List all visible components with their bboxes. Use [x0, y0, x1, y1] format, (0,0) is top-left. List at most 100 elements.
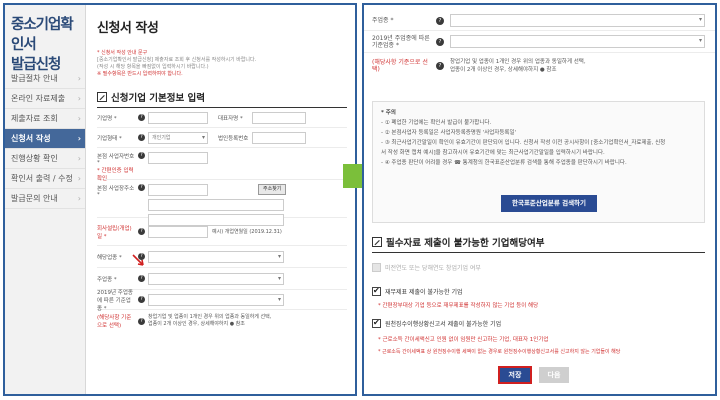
sidebar-item-submitted-lookup[interactable]: 제출자료 조회 › — [5, 109, 85, 129]
sidebar-item-progress[interactable]: 진행상황 확인 › — [5, 149, 85, 169]
option-label: 재무제표 제출이 불가능한 기업 — [385, 289, 463, 296]
sidebar-item-label: 확인서 출력 / 수정 — [11, 174, 73, 183]
chevron-right-icon: › — [77, 114, 81, 123]
right-screenshot-panel: 주업종 * ? 2019년 주업종에 따른 기준업종 * ? (해당사항 기준으… — [362, 3, 717, 396]
sidebar-item-print-edit[interactable]: 확인서 출력 / 수정 › — [5, 169, 85, 189]
industry-help-line: 창업기업 및 업종이 1개인 경우 위의 업종과 동일하게 선택, — [148, 314, 272, 320]
page-title: 신청서 작성 — [97, 21, 159, 36]
industry-help: 창업기업 및 업종이 1개인 경우 위의 업종과 동일하게 선택, 업종이 2개… — [450, 58, 586, 74]
help-icon[interactable]: ? — [138, 152, 145, 159]
notice-line: ※ 필수항목은 반드시 입력하여야 합니다. — [97, 71, 183, 77]
sidebar: 중소기업확인서 발급신청 발급절차 안내 › 온라인 자료제출 › 제출자료 조회 ›… — [5, 5, 86, 394]
row-industry-help: (해당사항 기준으로 선택) ? 창업기업 및 업종이 1개인 경우 위의 업종… — [364, 53, 715, 79]
address-search-button[interactable]: 주소찾기 — [258, 184, 287, 195]
row-industry-code: 2019년 주업종에 따른 기준업종 * ? — [364, 31, 715, 53]
business-type-label: 주업종 * — [372, 17, 394, 24]
company-input[interactable] — [148, 111, 208, 124]
help-icon[interactable]: ? — [436, 37, 444, 46]
industry-help-line: 업종이 2개 이상인 경우, 상세해야하지 ● 참조 — [148, 321, 245, 327]
row-company: 기업명 * ? 대표자명 * — [97, 108, 347, 128]
company-label: 기업명 * — [97, 115, 117, 122]
notice-line: * 신청서 작성 안내 문구 — [97, 50, 148, 56]
biz-no-input[interactable] — [148, 152, 208, 164]
sidebar-item-online-submit[interactable]: 온라인 자료제출 › — [5, 89, 85, 109]
help-icon[interactable]: ? — [138, 114, 145, 121]
section2-title-label: 필수자료 제출이 불가능한 기업해당여부 — [386, 238, 545, 249]
notice-line: (작성 시 해당 항목을 빠짐없이 입력하시기 바랍니다.) — [97, 64, 209, 70]
chevron-right-icon: › — [77, 154, 81, 163]
sidebar-title: 중소기업확인서 발급신청 — [5, 5, 85, 73]
chevron-right-icon: › — [77, 194, 81, 203]
sidebar-item-inquiry[interactable]: 발급문의 안내 › — [5, 189, 85, 209]
startup-checkbox[interactable] — [372, 263, 381, 272]
help-icon[interactable]: ? — [138, 228, 145, 235]
industry-code-note: (해당사항 기준으로 선택) — [372, 59, 428, 73]
no-withholding-checkbox[interactable] — [372, 318, 381, 328]
help-icon[interactable]: ? — [138, 184, 145, 191]
right-form: 주업종 * ? 2019년 주업종에 따른 기준업종 * ? (해당사항 기준으… — [364, 5, 715, 79]
help-icon[interactable]: ? — [138, 275, 145, 282]
business-type-select[interactable] — [148, 272, 284, 285]
caution-title: * 주의 — [381, 110, 396, 116]
company-type-select[interactable]: 개인기업 — [148, 131, 208, 144]
section-title-label: 신청기업 기본정보 입력 — [111, 93, 206, 104]
sidebar-item-process-guide[interactable]: 발급절차 안내 › — [5, 69, 85, 89]
address-input[interactable] — [148, 199, 284, 211]
help-icon[interactable]: ? — [138, 296, 145, 303]
sidebar-item-label: 발급절차 안내 — [11, 74, 58, 83]
option-note: * 간편장부대상 기업 등으로 재무제표를 작성하지 않는 기업 등이 해당 — [378, 303, 539, 309]
chevron-right-icon: › — [77, 74, 81, 83]
caution-line: - ④ 주업종 판단이 어려울 경우 ☎ 통계청의 한국표준산업분류 검색을 통… — [381, 160, 627, 166]
industry-help-line: 창업기업 및 업종이 1개인 경우 위의 업종과 동일하게 선택, — [450, 59, 586, 65]
save-button[interactable]: 저장 — [498, 366, 532, 384]
caution-line: - ③ 최근사업기간말일이 확인이 유효기간이 판단되어 입니다. 신청서 작성… — [381, 140, 666, 146]
corp-no-input[interactable] — [252, 131, 306, 144]
ceo-input[interactable] — [252, 111, 306, 124]
notice-line: [중소기업확인서 발급신청] 제출자료 조회 후 신청서를 작성하시기 바랍니다… — [97, 57, 257, 63]
biz-no-label: 본점 사업자번호 * — [97, 154, 135, 166]
sidebar-item-label: 진행상황 확인 — [11, 154, 58, 163]
sidebar-item-label: 온라인 자료제출 — [11, 94, 66, 103]
row-address: 본점 사업장주소 * ? 주소찾기 — [97, 180, 347, 226]
help-icon[interactable]: ? — [138, 317, 145, 325]
no-financial-checkbox[interactable] — [372, 286, 381, 296]
option-note: * 근로소득 간이세액표 상 원천징수이행 세액이 없는 경우로 원천징수이행상… — [378, 349, 621, 355]
help-icon[interactable]: ? — [138, 134, 145, 141]
option-label: 원천징수이행상황신고서 제출이 불가능한 기업 — [385, 321, 502, 328]
founding-input[interactable] — [148, 225, 208, 238]
corp-no-label: 법인등록번호 — [218, 135, 249, 142]
ceo-label: 대표자명 * — [218, 115, 243, 122]
industry-select[interactable] — [148, 250, 284, 263]
sidebar-menu: 발급절차 안내 › 온라인 자료제출 › 제출자료 조회 › 신청서 작성 › 진행상황… — [5, 69, 85, 209]
next-button[interactable]: 다음 — [539, 367, 569, 383]
chevron-right-icon: › — [77, 174, 81, 183]
option-no-financial: 재무제표 제출이 불가능한 기업 — [372, 286, 705, 296]
biz-no-note: * 간편인증 입력확인 — [97, 168, 134, 182]
industry-code-select[interactable] — [148, 293, 284, 306]
sidebar-item-application-form[interactable]: 신청서 작성 › — [5, 129, 85, 149]
postcode-input[interactable] — [148, 184, 208, 196]
sidebar-item-label: 신청서 작성 — [11, 134, 51, 143]
founding-label: 회사설립(개업)일 * — [97, 225, 132, 240]
form-content: 신청서 작성 * 신청서 작성 안내 문구 [중소기업확인서 발급신청] 제출자… — [91, 5, 355, 394]
industry-code-label: 2019년 주업종에 따른 기준업종 * — [372, 34, 430, 49]
company-type-label: 기업형태 * — [97, 135, 122, 142]
address-group: 주소찾기 — [148, 184, 287, 226]
pencil-icon — [97, 92, 107, 102]
option-label: 미전연도 또는 당해연도 창업기업 여부 — [385, 265, 481, 272]
industry-classification-search-button[interactable]: 한국표준산업분류 검색하기 — [501, 195, 597, 212]
sidebar-item-label: 제출자료 조회 — [11, 114, 58, 123]
industry-code-select[interactable] — [450, 35, 705, 48]
option-no-withholding: 원천징수이행상황신고서 제출이 불가능한 기업 — [372, 318, 705, 328]
industry-code-label: 2019년 주업종에 따른 기준업종 * — [97, 289, 133, 312]
industry-help-line: 업종이 2개 이상인 경우, 상세해야하지 ● 참조 — [450, 67, 557, 73]
section2-title: 필수자료 제출이 불가능한 기업해당여부 — [372, 235, 705, 253]
help-icon[interactable]: ? — [436, 62, 444, 70]
business-type-select[interactable] — [450, 14, 705, 27]
notice-block: * 신청서 작성 안내 문구 [중소기업확인서 발급신청] 제출자료 조회 후 … — [97, 50, 347, 78]
chevron-right-icon: › — [77, 134, 81, 143]
address-detail-input[interactable] — [148, 214, 284, 226]
address-spacer — [211, 184, 255, 196]
industry-label: 해당업종 * — [97, 254, 122, 261]
help-icon[interactable]: ? — [436, 16, 444, 25]
